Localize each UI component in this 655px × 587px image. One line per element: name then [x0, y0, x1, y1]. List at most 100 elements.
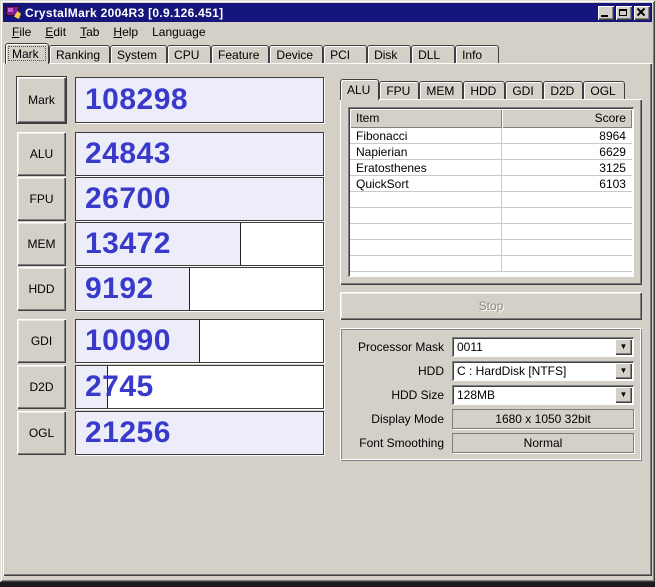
table-row[interactable]: Eratosthenes 3125 [350, 160, 632, 176]
setting-row-hdd: HDD C : HardDisk [NTFS] ▼ [344, 361, 634, 381]
table-row-empty [350, 224, 632, 240]
menu-language[interactable]: Language [145, 23, 212, 41]
processor-mask-combobox[interactable]: 0011 ▼ [452, 337, 634, 357]
score-cell: 6629 [502, 144, 632, 159]
hdd-size-combobox[interactable]: 128MB ▼ [452, 385, 634, 405]
stop-button[interactable]: Stop [340, 292, 642, 320]
hdd-size-value: 128MB [452, 388, 615, 402]
table-row-empty [350, 192, 632, 208]
score-box-gdi: 10090 [75, 319, 324, 363]
score-value-d2d: 2745 [85, 370, 154, 404]
icon-glare [8, 8, 13, 12]
application-window: CrystalMark 2004R3 [0.9.126.451] File Ed… [0, 0, 655, 582]
detail-tab-fpu[interactable]: FPU [379, 81, 419, 99]
benchmark-row-hdd: HDD 9192 [17, 267, 324, 311]
table-row[interactable]: Fibonacci 8964 [350, 128, 632, 144]
detail-tab-ogl[interactable]: OGL [583, 81, 624, 99]
benchmark-button-d2d[interactable]: D2D [17, 365, 66, 409]
font-smoothing-value: Normal [452, 433, 634, 453]
benchmark-row-mark: Mark 108298 [17, 77, 324, 123]
tab-pci[interactable]: PCI [323, 45, 367, 63]
column-header-score[interactable]: Score [502, 109, 632, 128]
setting-row-hdd-size: HDD Size 128MB ▼ [344, 385, 634, 405]
score-value-gdi: 10090 [85, 324, 171, 358]
table-row[interactable]: Napierian 6629 [350, 144, 632, 160]
hdd-value: C : HardDisk [NTFS] [452, 364, 615, 378]
benchmark-button-ogl[interactable]: OGL [17, 411, 66, 455]
table-row-empty [350, 240, 632, 256]
tab-device[interactable]: Device [269, 45, 323, 63]
tab-system[interactable]: System [110, 45, 167, 63]
score-cell [502, 208, 632, 223]
crystalmark-monitor-icon [6, 6, 21, 19]
score-value-ogl: 21256 [85, 416, 171, 450]
benchmark-button-hdd[interactable]: HDD [17, 267, 66, 311]
processor-mask-label: Processor Mask [344, 340, 452, 354]
tab-dll[interactable]: DLL [411, 45, 455, 63]
score-value-hdd: 9192 [85, 272, 154, 306]
chevron-down-icon[interactable]: ▼ [615, 363, 632, 379]
detail-tab-gdi[interactable]: GDI [505, 81, 543, 99]
title-bar[interactable]: CrystalMark 2004R3 [0.9.126.451] [3, 3, 652, 22]
tab-cpu[interactable]: CPU [167, 45, 211, 63]
score-value-alu: 24843 [85, 137, 171, 171]
mark-tab-page: Mark 108298 ALU 24843 FPU 26700 [3, 63, 652, 576]
detail-tab-d2d[interactable]: D2D [543, 81, 583, 99]
tab-mark[interactable]: Mark [5, 43, 49, 64]
detail-tab-mem[interactable]: MEM [419, 81, 463, 99]
benchmark-button-alu[interactable]: ALU [17, 132, 66, 176]
benchmark-row-d2d: D2D 2745 [17, 365, 324, 409]
item-cell [350, 256, 502, 271]
main-tab-strip: Mark Ranking System CPU Feature Device P… [3, 41, 652, 63]
item-cell: Fibonacci [350, 128, 502, 143]
score-cell: 6103 [502, 176, 632, 191]
item-cell: Napierian [350, 144, 502, 159]
detail-tab-hdd[interactable]: HDD [463, 81, 505, 99]
settings-panel: Processor Mask 0011 ▼ HDD C : HardDisk [… [340, 328, 642, 461]
chevron-down-icon[interactable]: ▼ [615, 339, 632, 355]
menu-edit[interactable]: Edit [38, 23, 73, 41]
processor-mask-value: 0011 [452, 340, 615, 354]
maximize-icon [619, 9, 627, 16]
score-cell [502, 240, 632, 255]
menu-help[interactable]: Help [106, 23, 145, 41]
item-cell: Eratosthenes [350, 160, 502, 175]
close-button[interactable] [634, 6, 650, 20]
table-row[interactable]: QuickSort 6103 [350, 176, 632, 192]
display-mode-label: Display Mode [344, 412, 452, 426]
result-table: Item Score Fibonacci 8964 Napierian 6629… [348, 107, 634, 277]
item-cell: QuickSort [350, 176, 502, 191]
item-cell [350, 192, 502, 207]
benchmark-row-alu: ALU 24843 [17, 132, 324, 176]
hdd-combobox[interactable]: C : HardDisk [NTFS] ▼ [452, 361, 634, 381]
maximize-button[interactable] [616, 6, 632, 20]
score-box-fpu: 26700 [75, 177, 324, 221]
score-value-fpu: 26700 [85, 182, 171, 216]
minimize-button[interactable] [598, 6, 614, 20]
tab-feature[interactable]: Feature [211, 45, 269, 63]
benchmark-button-gdi[interactable]: GDI [17, 319, 66, 363]
benchmark-button-mem[interactable]: MEM [17, 222, 66, 266]
tab-ranking[interactable]: Ranking [49, 45, 110, 63]
benchmark-button-mark[interactable]: Mark [17, 77, 66, 123]
close-icon [634, 6, 650, 20]
score-cell [502, 256, 632, 271]
benchmark-row-gdi: GDI 10090 [17, 319, 324, 363]
window-controls [598, 6, 650, 20]
chevron-down-icon[interactable]: ▼ [615, 387, 632, 403]
detail-tab-page: Item Score Fibonacci 8964 Napierian 6629… [340, 99, 642, 285]
score-box-alu: 24843 [75, 132, 324, 176]
tab-info[interactable]: Info [455, 45, 499, 63]
score-box-mem: 13472 [75, 222, 324, 266]
item-cell [350, 224, 502, 239]
score-box-ogl: 21256 [75, 411, 324, 455]
menu-tab[interactable]: Tab [73, 23, 106, 41]
benchmark-button-fpu[interactable]: FPU [17, 177, 66, 221]
column-header-item[interactable]: Item [350, 109, 502, 128]
menu-file[interactable]: File [5, 23, 38, 41]
menu-bar: File Edit Tab Help Language [3, 22, 652, 41]
setting-row-processor-mask: Processor Mask 0011 ▼ [344, 337, 634, 357]
detail-tab-alu[interactable]: ALU [340, 79, 379, 100]
setting-row-font-smoothing: Font Smoothing Normal [344, 433, 634, 453]
tab-disk[interactable]: Disk [367, 45, 411, 63]
